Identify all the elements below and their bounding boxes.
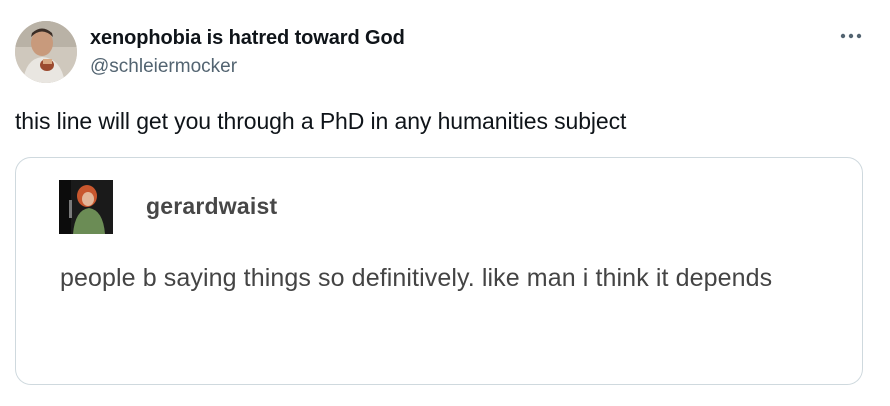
author-display-name[interactable]: xenophobia is hatred toward God <box>90 25 405 51</box>
more-options-button[interactable] <box>834 22 868 50</box>
tweet-text: this line will get you through a PhD in … <box>15 108 627 134</box>
more-horizontal-icon <box>840 33 862 39</box>
quoted-image-card[interactable]: gerardwaist people b saying things so de… <box>15 157 863 385</box>
author-avatar[interactable] <box>15 21 77 83</box>
quoted-username: gerardwaist <box>146 193 278 219</box>
tweet: xenophobia is hatred toward God @schleie… <box>0 0 890 406</box>
author-avatar-image <box>15 21 77 83</box>
quoted-user-avatar <box>59 180 113 234</box>
author-handle[interactable]: @schleiermocker <box>90 55 237 79</box>
quoted-post-text: people b saying things so definitively. … <box>60 264 773 292</box>
quoted-user-avatar-image <box>59 180 113 234</box>
